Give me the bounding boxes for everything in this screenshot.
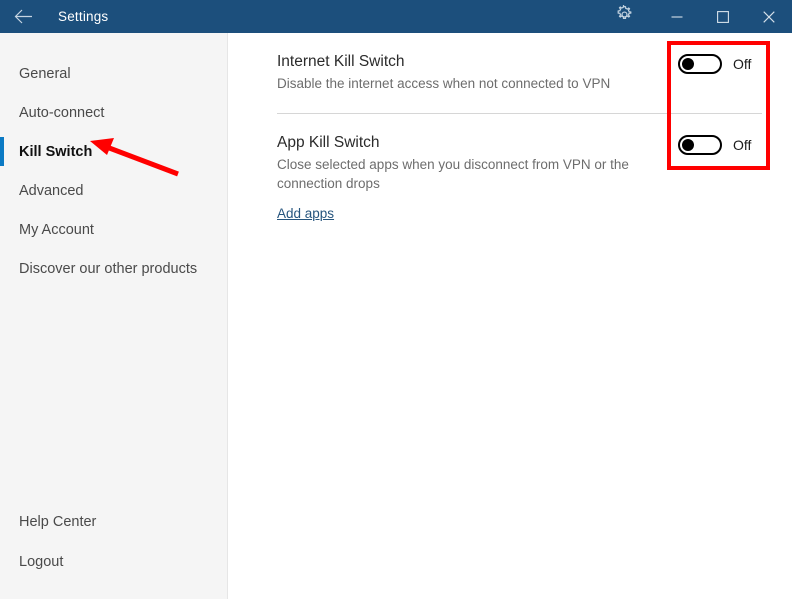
sidebar-item-advanced[interactable]: Advanced: [0, 171, 228, 210]
settings-gear-button[interactable]: [602, 0, 646, 33]
back-button[interactable]: [0, 0, 46, 33]
sidebar-item-label: General: [19, 65, 71, 82]
back-arrow-icon: [14, 9, 33, 24]
add-apps-link[interactable]: Add apps: [277, 206, 334, 221]
sidebar-item-label: Logout: [19, 554, 64, 570]
sidebar-item-label: Auto-connect: [19, 104, 105, 121]
maximize-button[interactable]: [700, 0, 746, 33]
sidebar-item-discover-products[interactable]: Discover our other products: [0, 249, 228, 288]
sidebar-item-label: Kill Switch: [19, 143, 93, 160]
sidebar-item-kill-switch[interactable]: Kill Switch: [0, 132, 228, 171]
section-description: Disable the internet access when not con…: [277, 76, 611, 91]
sidebar: General Auto-connect Kill Switch Advance…: [0, 33, 228, 599]
sidebar-item-my-account[interactable]: My Account: [0, 210, 228, 249]
sidebar-item-auto-connect[interactable]: Auto-connect: [0, 93, 228, 132]
settings-window: Settings General Auto-connect Kill Switc…: [0, 0, 792, 599]
close-button[interactable]: [746, 0, 792, 33]
maximize-icon: [717, 10, 729, 23]
title-bar: Settings: [0, 0, 792, 33]
toggle-knob: [682, 58, 694, 70]
gear-icon: [615, 3, 634, 29]
app-kill-switch-toggle[interactable]: [678, 135, 722, 155]
app-kill-switch-toggle-label: Off: [733, 137, 752, 153]
minimize-button[interactable]: [654, 0, 700, 33]
main-content: Internet Kill Switch Disable the interne…: [229, 33, 792, 599]
section-divider: [277, 113, 762, 114]
sidebar-bottom-nav: Help Center Logout: [0, 502, 228, 582]
minimize-icon: [671, 11, 683, 23]
sidebar-nav-list: General Auto-connect Kill Switch Advance…: [0, 54, 228, 288]
app-kill-switch-toggle-row: Off: [678, 135, 751, 155]
sidebar-item-logout[interactable]: Logout: [0, 542, 228, 582]
internet-kill-switch-toggle-label: Off: [733, 56, 752, 72]
sidebar-item-label: Discover our other products: [19, 260, 198, 277]
sidebar-item-label: My Account: [19, 221, 94, 238]
sidebar-item-label: Help Center: [19, 514, 97, 530]
sidebar-item-general[interactable]: General: [0, 54, 228, 93]
close-icon: [763, 10, 775, 23]
sidebar-item-label: Advanced: [19, 182, 84, 199]
sidebar-item-help-center[interactable]: Help Center: [0, 502, 228, 542]
internet-kill-switch-toggle[interactable]: [678, 54, 722, 74]
toggle-knob: [682, 139, 694, 151]
internet-kill-switch-toggle-row: Off: [678, 54, 751, 74]
section-description: Close selected apps when you disconnect …: [277, 157, 629, 191]
window-title: Settings: [58, 9, 109, 24]
